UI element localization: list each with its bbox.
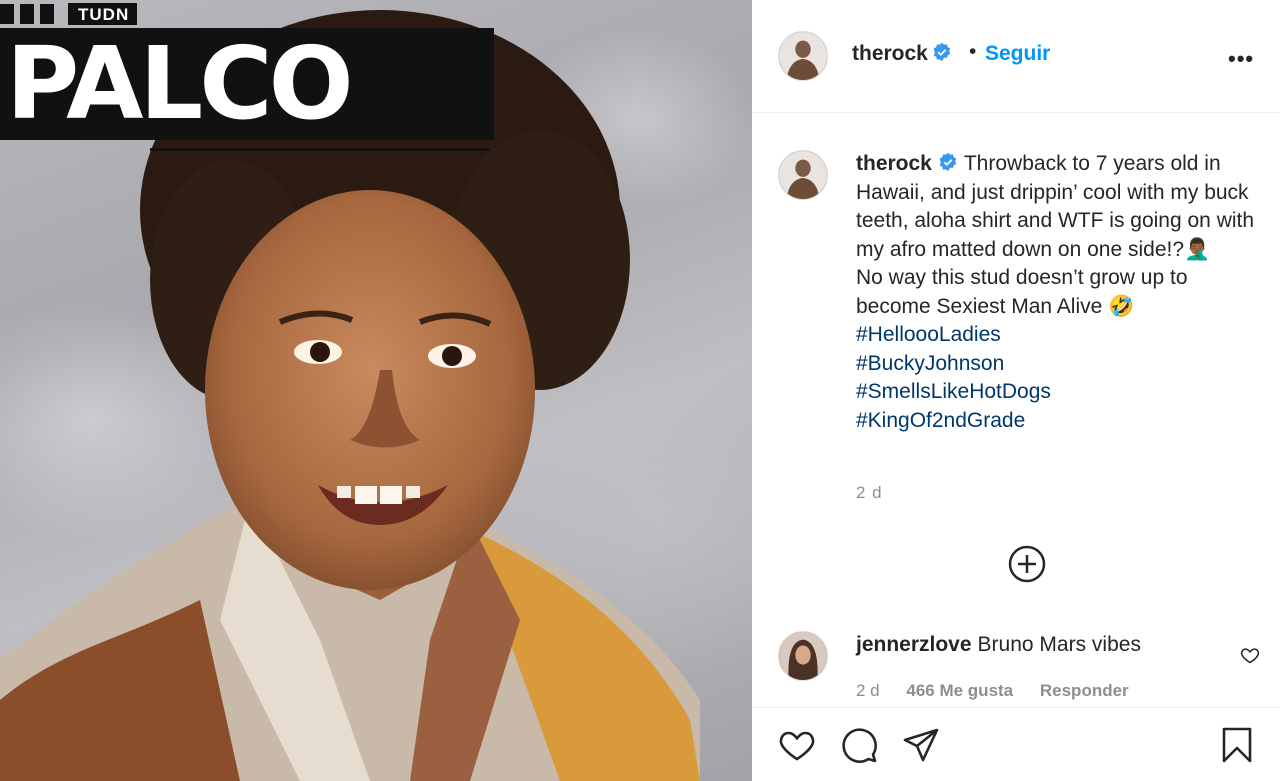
caption-line-2: No way this stud doesn’t grow up to beco… (856, 266, 1188, 318)
post-timestamp[interactable]: 2 d (856, 483, 883, 503)
post-header: therock • Seguir ••• (752, 0, 1280, 113)
more-options-icon[interactable]: ••• (1228, 46, 1254, 72)
caption-username[interactable]: therock (856, 152, 932, 175)
header-username-row: therock (852, 42, 952, 66)
verified-badge-icon (933, 42, 951, 62)
add-circle-icon[interactable] (1008, 545, 1046, 583)
comment-username[interactable]: jennerzlove (856, 633, 972, 656)
heart-icon[interactable] (1240, 645, 1260, 665)
tudn-logo: TUDN (68, 3, 138, 25)
share-icon[interactable] (902, 726, 940, 764)
post-photo[interactable]: TUDN PALCO (0, 0, 752, 781)
palco-logo: PALCO (0, 28, 494, 140)
hashtag-link[interactable]: #KingOf2ndGrade (856, 407, 1256, 436)
caption-text: therock Throwback to 7 years old in Hawai… (856, 150, 1256, 435)
hashtag-link[interactable]: #HelloooLadies (856, 321, 1256, 350)
comment-avatar[interactable] (778, 631, 828, 681)
reply-button[interactable]: Responder (1040, 681, 1129, 700)
separator-dot: • (969, 40, 977, 63)
post-sidebar: therock • Seguir ••• therock Throwback to… (752, 0, 1280, 781)
comment-text: jennerzlove Bruno Mars vibes (856, 633, 1141, 657)
hashtag-link[interactable]: #SmellsLikeHotDogs (856, 378, 1256, 407)
bookmark-icon[interactable] (1218, 726, 1256, 764)
verified-badge-icon (939, 152, 957, 172)
hashtag-link[interactable]: #BuckyJohnson (856, 350, 1256, 379)
avatar[interactable] (778, 31, 828, 81)
action-bar (752, 707, 1280, 781)
comment-likes[interactable]: 466 Me gusta (906, 681, 1013, 700)
comment-timestamp[interactable]: 2 d (856, 681, 880, 700)
caption-avatar[interactable] (778, 150, 828, 200)
comment-icon[interactable] (840, 726, 878, 764)
heart-icon[interactable] (778, 726, 816, 764)
logo-underline (150, 148, 490, 151)
comments-area: therock Throwback to 7 years old in Hawai… (752, 113, 1280, 707)
comment-meta: 2 d 466 Me gusta Responder (856, 681, 1151, 703)
comment-body: Bruno Mars vibes (977, 633, 1141, 656)
tudn-logo-bars (0, 4, 54, 24)
header-username[interactable]: therock (852, 42, 928, 65)
follow-button[interactable]: Seguir (985, 42, 1050, 66)
